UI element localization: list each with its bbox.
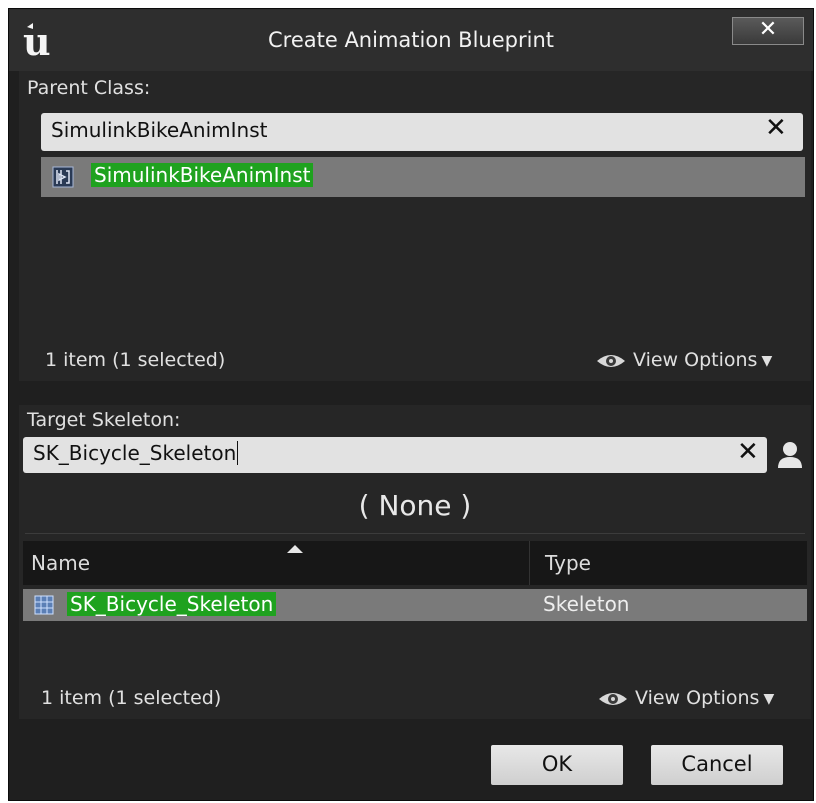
clear-search-icon[interactable]: ✕: [737, 437, 759, 467]
target-skeleton-panel: Target Skeleton: SK_Bicycle_Skeleton ✕ (…: [19, 405, 811, 719]
cancel-button[interactable]: Cancel: [651, 745, 783, 785]
table-cell-type: Skeleton: [543, 592, 630, 616]
table-header: Name Type: [23, 541, 807, 585]
user-skeleton-icon[interactable]: [777, 441, 803, 469]
title-bar: u Create Animation Blueprint ✕: [9, 9, 813, 71]
parent-class-label: Parent Class:: [27, 77, 151, 99]
parent-class-search-input[interactable]: SimulinkBikeAnimInst ✕: [41, 113, 803, 151]
divider: [25, 533, 805, 534]
column-header-name[interactable]: Name: [31, 551, 90, 575]
clear-search-icon[interactable]: ✕: [765, 113, 787, 143]
parent-class-list-item[interactable]: SimulinkBikeAnimInst: [41, 157, 805, 197]
anim-blueprint-icon: [52, 166, 74, 188]
parent-class-view-options[interactable]: View Options ▼: [595, 349, 772, 371]
sort-ascending-icon: [287, 545, 303, 553]
parent-class-search-value: SimulinkBikeAnimInst: [51, 118, 268, 142]
target-skeleton-view-options[interactable]: View Options ▼: [597, 687, 774, 709]
target-skeleton-label: Target Skeleton:: [27, 409, 181, 431]
create-animation-blueprint-dialog: u Create Animation Blueprint ✕ Parent Cl…: [8, 8, 814, 801]
target-skeleton-status: 1 item (1 selected): [41, 687, 222, 709]
view-options-label: View Options: [633, 349, 758, 371]
table-cell-name: SK_Bicycle_Skeleton: [67, 592, 277, 616]
column-header-type[interactable]: Type: [545, 551, 591, 575]
dialog-title: Create Animation Blueprint: [267, 28, 554, 52]
eye-icon: [599, 692, 627, 705]
ok-button[interactable]: OK: [491, 745, 623, 785]
parent-class-status: 1 item (1 selected): [45, 349, 226, 371]
skeleton-asset-icon: [34, 595, 54, 615]
close-button[interactable]: ✕: [732, 17, 804, 45]
chevron-down-icon: ▼: [761, 352, 773, 369]
none-option[interactable]: ( None ): [19, 489, 811, 522]
table-row[interactable]: SK_Bicycle_Skeleton Skeleton: [23, 589, 807, 621]
target-skeleton-search-value: SK_Bicycle_Skeleton: [33, 441, 239, 465]
target-skeleton-search-input[interactable]: SK_Bicycle_Skeleton ✕: [23, 437, 767, 473]
chevron-down-icon: ▼: [763, 690, 775, 707]
parent-class-item-label: SimulinkBikeAnimInst: [91, 163, 314, 187]
column-separator[interactable]: [529, 541, 530, 585]
eye-icon: [597, 354, 625, 367]
parent-class-panel: Parent Class: SimulinkBikeAnimInst ✕ Sim…: [19, 71, 811, 381]
view-options-label: View Options: [635, 687, 760, 709]
